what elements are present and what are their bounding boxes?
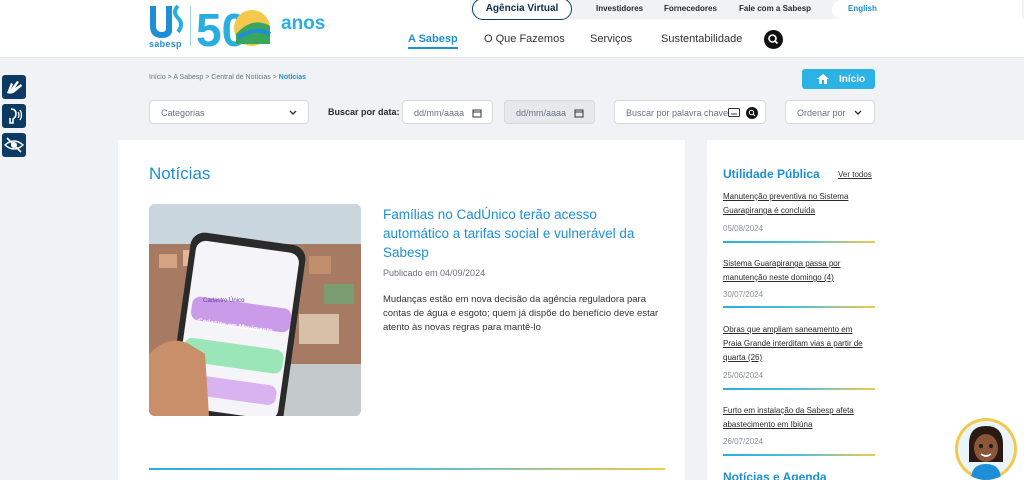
sign-language-icon [7,81,22,94]
page-title: Notícias [149,164,211,183]
logo-divider [190,6,191,46]
calendar-icon [472,109,482,118]
order-select[interactable]: Ordenar por [785,100,875,124]
keyboard-icon[interactable] [728,108,740,117]
order-select-label: Ordenar por [797,108,846,118]
sidebar-divider [723,306,875,308]
sidebar-news-title[interactable]: Sistema Guarapiranga passa por manutençã… [723,257,873,285]
keyword-search-input[interactable]: Buscar por palavra chave [614,100,766,124]
audio-reader-icon [9,108,23,124]
sidebar-news-date: 30/07/2024 [723,290,764,299]
category-select[interactable]: Categorias [149,100,309,124]
header-search-button[interactable] [764,30,783,49]
sidebar-news-date: 05/08/2024 [723,224,764,233]
sidebar-news-title[interactable]: Manutenção preventiva no Sistema Guarapi… [723,190,873,218]
nav-o-que-fazemos[interactable]: O Que Fazemos [484,33,565,45]
chevron-down-icon [854,110,862,115]
virtual-assistant-button[interactable] [955,418,1017,480]
nav-servicos[interactable]: Serviços [590,33,632,45]
sidebar-news-date: 26/07/2024 [723,437,764,446]
date-from-placeholder: dd/mm/aaaa [414,108,465,118]
category-select-label: Categorias [161,108,205,118]
keyword-search-placeholder: Buscar por palavra chave [626,108,729,118]
logo-wordmark: sabesp [149,39,182,49]
sign-language-button[interactable] [2,75,26,99]
search-icon [768,34,779,45]
inicio-button-label: Início [839,74,866,85]
svg-text:Cadastro Único: Cadastro Único [203,297,245,304]
date-from-input[interactable]: dd/mm/aaaa [402,100,493,124]
nav-sustentabilidade[interactable]: Sustentabilidade [661,33,742,45]
sidebar-news-title[interactable]: Furto em instalação da Sabesp afeta abas… [723,404,873,432]
date-to-input[interactable]: dd/mm/aaaa [504,100,595,124]
language-english-link[interactable]: English [848,4,877,13]
see-all-link[interactable]: Ver todos [838,170,872,179]
sidebar-divider [723,388,875,390]
nav-a-sabesp[interactable]: A Sabesp [408,33,458,49]
date-search-label: Buscar por data: [328,107,400,117]
featured-news-date: Publicado em 04/09/2024 [383,268,486,278]
home-icon [817,74,829,84]
eye-slash-icon [3,137,25,153]
investidores-link[interactable]: Investidores [596,4,643,13]
featured-news-image[interactable]: Cadastro Único Cadastro em Movimento [149,204,361,416]
news-divider [149,468,665,470]
fale-com-sabesp-link[interactable]: Fale com a Sabesp [739,4,811,13]
low-vision-button[interactable] [2,133,26,157]
featured-news-description: Mudanças estão em nova decisão da agênci… [383,294,659,333]
date-to-placeholder: dd/mm/aaaa [516,108,567,118]
anniversary-label: anos [281,13,326,34]
fornecedores-link[interactable]: Fornecedores [664,4,717,13]
calendar-icon [574,109,584,118]
breadcrumb-trail[interactable]: Início > A Sabesp > Central de Notícias … [149,74,279,81]
breadcrumb-current: Notícias [278,74,307,81]
breadcrumb: Início > A Sabesp > Central de Notícias … [149,74,306,81]
agencia-virtual-button[interactable]: Agência Virtual [472,0,572,20]
featured-news-title[interactable]: Famílias no CadÚnico terão acesso automá… [383,205,655,262]
search-icon[interactable] [746,107,758,119]
sidebar-news-date: 25/06/2024 [723,371,764,380]
anniversary-50-logo: 50 [196,4,271,50]
sidebar-next-section-title: Notícias e Agenda [723,470,827,480]
chevron-down-icon [289,110,297,115]
sidebar-divider [723,241,875,243]
sidebar-news-title[interactable]: Obras que ampliam saneamento em Praia Gr… [723,323,873,365]
sidebar-title: Utilidade Pública [723,167,820,181]
audio-reader-button[interactable] [2,104,26,128]
inicio-button[interactable]: Início [802,69,875,89]
assistant-avatar-icon [958,421,1014,480]
sidebar-divider [723,454,875,456]
